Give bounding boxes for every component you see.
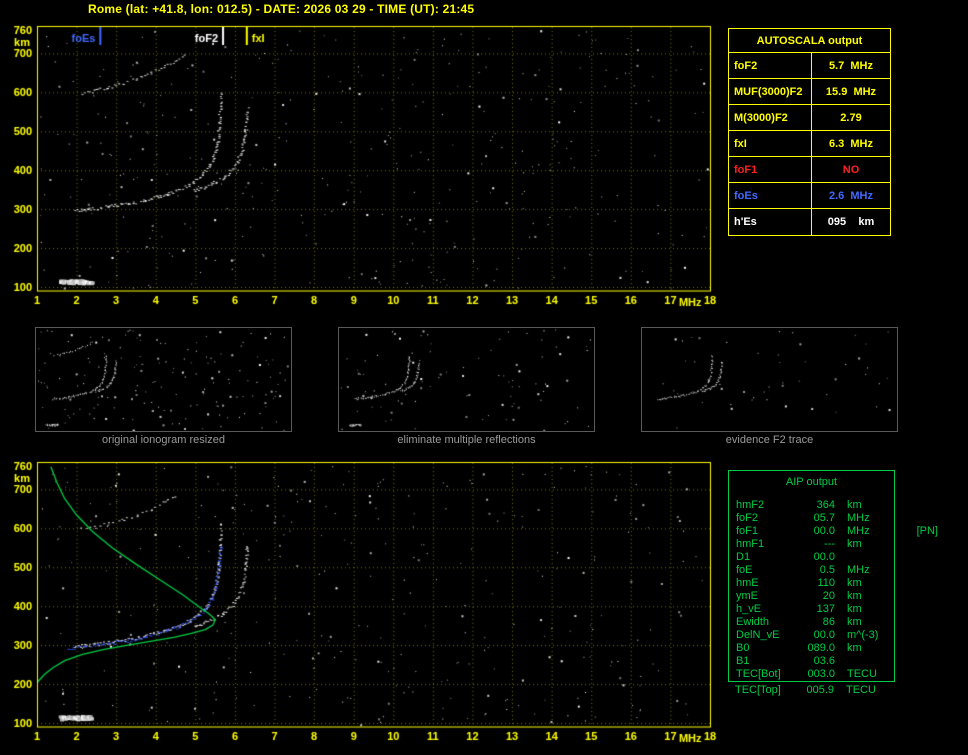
table-row: hmF1 --- km: [729, 538, 894, 551]
metric-value: NO: [842, 164, 860, 176]
table-row: foF2 5.7 MHz: [729, 53, 890, 79]
metric-value: 00.0: [813, 551, 835, 563]
autoscala-rows: foF2 5.7 MHz MUF(3000)F2 15.9 MHz M(3000)F2 2…: [729, 53, 890, 235]
metric-unit: km: [847, 642, 862, 654]
metric-label: hmF1: [736, 538, 765, 550]
metric-label: fxI: [729, 131, 812, 156]
metric-label: TEC[Top]: [735, 684, 781, 696]
metric-label: M(3000)F2: [729, 105, 812, 130]
restored-ionogram-plot: [0, 458, 724, 754]
metric-label: MUF(3000)F2: [729, 79, 812, 104]
metric-label: foF1: [729, 157, 812, 182]
metric-unit: [835, 551, 881, 564]
metric-flag: [PN]: [916, 525, 938, 537]
metric-label: ymE: [736, 590, 758, 602]
table-row: TEC[Bot] 003.0 TECU: [729, 668, 894, 681]
metric-value: 364: [816, 499, 835, 511]
metric-unit: MHz: [847, 564, 870, 576]
table-row: MUF(3000)F2 15.9 MHz: [729, 79, 890, 105]
metric-unit: km: [847, 577, 862, 589]
metric-unit: km: [847, 499, 862, 511]
metric-label: D1: [736, 551, 751, 563]
metric-label: hmF2: [736, 499, 765, 511]
table-row: foF2 05.7 MHz: [729, 512, 894, 525]
metric-value: 005.9: [806, 684, 834, 696]
metric-value: ---: [824, 538, 835, 550]
table-row: B1 03.6: [729, 655, 894, 668]
aip-table-title: AIP output: [785, 476, 838, 488]
table-row: ymE 20 km: [729, 590, 894, 603]
thumbnail-evidence-f2-trace: [641, 327, 898, 432]
metric-value: 095 km: [827, 216, 875, 228]
metric-value: 2.6 MHz: [828, 190, 873, 202]
metric-value: 05.7: [813, 512, 835, 524]
aip-output-table: AIP output hmF2 364 km foF2 05.7 MHz foF1 00.0 M…: [728, 470, 938, 682]
metric-unit: m^(-3): [847, 629, 879, 641]
metric-label: Ewidth: [736, 616, 770, 628]
metric-value: 86: [822, 616, 835, 628]
table-row: Ewidth 86 km: [729, 616, 894, 629]
metric-value: 110: [817, 577, 835, 589]
metric-unit: km: [847, 603, 862, 615]
thumbnail-eliminate-reflections: [338, 327, 595, 432]
metric-label: TEC[Bot]: [736, 668, 781, 680]
metric-label: h_vE: [736, 603, 762, 615]
metric-value: 20: [822, 590, 835, 602]
metric-value: 2.79: [840, 112, 862, 124]
metric-unit: TECU: [846, 684, 876, 696]
metric-value: 00.0: [813, 629, 835, 641]
metric-value: 003.0: [807, 668, 835, 680]
table-row: D1 00.0: [729, 551, 894, 564]
metric-label: h'Es: [729, 209, 812, 235]
metric-value: 15.9 MHz: [825, 86, 877, 98]
metric-label: foEs: [729, 183, 812, 208]
metric-label: foF2: [736, 512, 759, 524]
aip-footer-row: TEC[Top] 005.9 TECU: [728, 684, 895, 697]
metric-label: B1: [736, 655, 750, 667]
table-row: B0 089.0 km: [729, 642, 894, 655]
aip-rows: hmF2 364 km foF2 05.7 MHz foF1 00.0 MHz [PN] hmF1 -…: [729, 491, 938, 681]
autoscala-output-table: AUTOSCALA output foF2 5.7 MHz MUF(3000)F2 1…: [728, 28, 891, 236]
table-row: hmE 110 km: [729, 577, 894, 590]
metric-label: hmE: [736, 577, 759, 589]
table-row: M(3000)F2 2.79: [729, 105, 890, 131]
table-row: h_vE 137 km: [729, 603, 894, 616]
metric-label: B0: [736, 642, 750, 654]
metric-value: 089.0: [807, 642, 835, 654]
metric-label: DelN_vE: [736, 629, 780, 641]
table-row: h'Es 095 km: [729, 209, 890, 235]
metric-unit: MHz: [847, 525, 870, 537]
metric-unit: km: [847, 616, 862, 628]
table-row: foF1 NO: [729, 157, 890, 183]
table-row: foEs 2.6 MHz: [729, 183, 890, 209]
main-ionogram-plot: [0, 20, 724, 312]
table-row: hmF2 364 km: [729, 499, 894, 512]
table-row: DelN_vE 00.0 m^(-3): [729, 629, 894, 642]
metric-label: foF2: [729, 53, 812, 78]
metric-unit: [835, 655, 881, 668]
metric-label: foE: [736, 564, 753, 576]
thumbnail-original-ionogram: [35, 327, 292, 432]
metric-value: 0.5: [819, 564, 835, 576]
thumbnail-caption: evidence F2 trace: [725, 434, 814, 446]
thumbnail-caption: original ionogram resized: [102, 434, 225, 446]
metric-label: foF1: [736, 525, 759, 537]
metric-unit: km: [847, 538, 862, 550]
metric-value: 03.6: [813, 655, 835, 667]
metric-value: 6.3 MHz: [828, 138, 873, 150]
table-row: foE 0.5 MHz: [729, 564, 894, 577]
metric-value: 5.7 MHz: [828, 60, 873, 72]
metric-unit: MHz: [847, 512, 870, 524]
metric-value: 137: [816, 603, 835, 615]
autoscala-table-title: AUTOSCALA output: [729, 29, 890, 53]
metric-value: 00.0: [813, 525, 835, 537]
page-title: Rome (lat: +41.8, lon: 012.5) - DATE: 20…: [88, 2, 475, 16]
metric-unit: km: [847, 590, 862, 602]
metric-unit: TECU: [847, 668, 877, 680]
table-row: fxI 6.3 MHz: [729, 131, 890, 157]
table-row: foF1 00.0 MHz [PN]: [729, 525, 938, 538]
thumbnail-caption: eliminate multiple reflections: [397, 434, 536, 446]
